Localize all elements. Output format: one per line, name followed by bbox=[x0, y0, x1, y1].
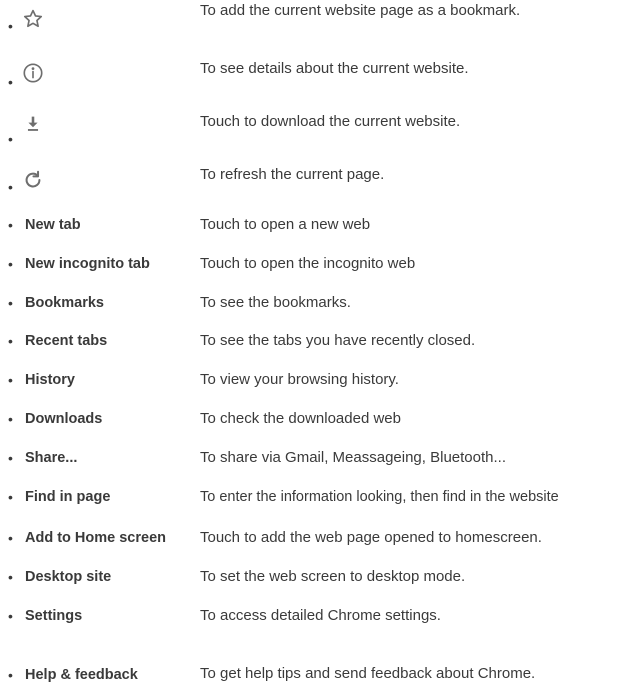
bullet: • bbox=[8, 530, 13, 546]
row-description: Touch to open a new web bbox=[200, 216, 371, 233]
bullet: • bbox=[8, 667, 13, 683]
bullet: • bbox=[8, 18, 13, 34]
row-description: To get help tips and send feedback about… bbox=[200, 665, 536, 682]
row-description: To refresh the current page. bbox=[200, 166, 385, 183]
row-description: To share via Gmail, Meassageing, Bluetoo… bbox=[200, 449, 506, 466]
bullet: • bbox=[8, 256, 13, 272]
bullet: • bbox=[8, 179, 13, 195]
menu-item-label: Help & feedback bbox=[25, 667, 138, 683]
row-description: To enter the information looking, then f… bbox=[200, 489, 559, 505]
chrome-menu-reference: • To add the current website page as a b… bbox=[0, 0, 638, 683]
menu-item-label: Downloads bbox=[25, 411, 103, 427]
bullet: • bbox=[8, 295, 13, 311]
row-description: To see the bookmarks. bbox=[200, 294, 351, 311]
bullet: • bbox=[8, 569, 13, 585]
bullet: • bbox=[8, 450, 13, 466]
info-icon bbox=[22, 62, 44, 84]
row-description: To see the tabs you have recently closed… bbox=[200, 332, 476, 349]
download-icon bbox=[22, 113, 44, 135]
menu-item-label: New incognito tab bbox=[25, 256, 150, 272]
row-description: Touch to add the web page opened to home… bbox=[200, 529, 542, 546]
row-description: To add the current website page as a boo… bbox=[200, 2, 521, 19]
menu-item-label: Desktop site bbox=[25, 569, 112, 585]
row-description: To view your browsing history. bbox=[200, 371, 399, 388]
menu-item-label: New tab bbox=[25, 217, 81, 233]
row-description: To set the web screen to desktop mode. bbox=[200, 568, 466, 585]
bullet: • bbox=[8, 489, 13, 505]
menu-item-label: Find in page bbox=[25, 489, 111, 505]
bullet: • bbox=[8, 74, 13, 90]
bullet: • bbox=[8, 333, 13, 349]
refresh-icon bbox=[22, 169, 44, 191]
menu-item-label: History bbox=[25, 372, 75, 388]
row-description: Touch to download the current website. bbox=[200, 113, 461, 130]
menu-item-label: Settings bbox=[25, 608, 83, 624]
menu-item-label: Recent tabs bbox=[25, 333, 108, 349]
row-description: Touch to open the incognito web bbox=[200, 255, 416, 272]
bullet: • bbox=[8, 217, 13, 233]
menu-item-label: Share... bbox=[25, 450, 78, 466]
menu-item-label: Add to Home screen bbox=[25, 530, 166, 546]
row-description: To access detailed Chrome settings. bbox=[200, 607, 441, 624]
bullet: • bbox=[8, 372, 13, 388]
menu-item-label: Bookmarks bbox=[25, 295, 104, 311]
row-description: To check the downloaded web bbox=[200, 410, 401, 427]
bullet: • bbox=[8, 608, 13, 624]
bullet: • bbox=[8, 411, 13, 427]
row-description: To see details about the current website… bbox=[200, 60, 469, 77]
bullet: • bbox=[8, 131, 13, 147]
star-icon bbox=[22, 8, 44, 30]
